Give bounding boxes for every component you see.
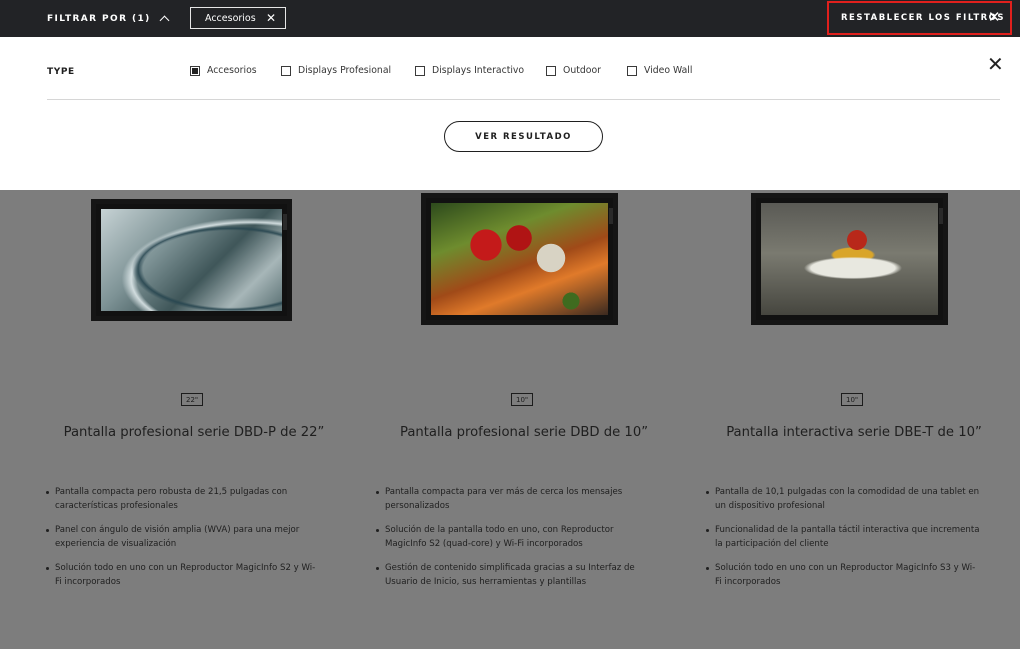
view-results-button[interactable]: VER RESULTADO: [444, 121, 603, 152]
feature-item: Pantalla de 10,1 pulgadas con la comodid…: [705, 485, 980, 513]
filter-type-heading: TYPE: [47, 67, 75, 77]
filter-toggle-button[interactable]: FILTRAR POR (1): [47, 0, 170, 37]
feature-item: Gestión de contenido simplificada gracia…: [375, 561, 650, 589]
product-card: 10" Pantalla profesional serie DBD de 10…: [359, 190, 689, 649]
checkbox[interactable]: [415, 65, 425, 76]
feature-list: Pantalla compacta para ver más de cerca …: [375, 485, 650, 599]
reset-filters-label: RESTABLECER LOS FILTROS: [841, 13, 1006, 23]
checkbox[interactable]: [627, 65, 637, 76]
feature-item: Solución de la pantalla todo en uno, con…: [375, 523, 650, 551]
reset-filters-button[interactable]: RESTABLECER LOS FILTROS ✕: [827, 1, 1012, 35]
active-filter-chip[interactable]: Accesorios ✕: [190, 7, 286, 29]
product-image[interactable]: [91, 199, 292, 321]
product-title[interactable]: Pantalla interactiva serie DBE-T de 10”: [689, 425, 1019, 440]
feature-item: Pantalla compacta para ver más de cerca …: [375, 485, 650, 513]
filter-option-displays-interactivo[interactable]: Displays Interactivo: [415, 65, 524, 76]
size-badge: 22": [181, 393, 204, 406]
filter-option-label: Displays Interactivo: [432, 65, 525, 76]
feature-list: Pantalla compacta pero robusta de 21,5 p…: [45, 485, 320, 599]
filter-option-label: Accesorios: [207, 65, 257, 76]
product-card: 22" Pantalla profesional serie DBD-P de …: [29, 190, 359, 649]
feature-item: Solución todo en uno con un Reproductor …: [45, 561, 320, 589]
product-card: 10" Pantalla interactiva serie DBE-T de …: [689, 190, 1019, 649]
checkbox-checked[interactable]: [190, 65, 200, 76]
active-filter-chip-label: Accesorios: [205, 12, 256, 24]
feature-item: Panel con ángulo de visión amplia (WVA) …: [45, 523, 320, 551]
divider: [47, 99, 1000, 100]
feature-item: Funcionalidad de la pantalla táctil inte…: [705, 523, 980, 551]
feature-list: Pantalla de 10,1 pulgadas con la comodid…: [705, 485, 980, 599]
feature-item: Pantalla compacta pero robusta de 21,5 p…: [45, 485, 320, 513]
product-grid-dimmed: 22" Pantalla profesional serie DBD-P de …: [0, 190, 1020, 649]
filter-toggle-label: FILTRAR POR (1): [47, 13, 151, 24]
checkbox[interactable]: [546, 65, 556, 76]
filter-option-label: Video Wall: [644, 65, 693, 76]
product-image[interactable]: [421, 193, 618, 325]
filter-panel: TYPE Accesorios Displays Profesional Dis…: [0, 37, 1020, 190]
product-title[interactable]: Pantalla profesional serie DBD-P de 22”: [29, 425, 359, 440]
filter-option-video-wall[interactable]: Video Wall: [627, 65, 692, 76]
filter-option-label: Outdoor: [563, 65, 601, 76]
checkbox[interactable]: [281, 65, 291, 76]
filter-option-accesorios[interactable]: Accesorios: [190, 65, 257, 76]
close-icon[interactable]: ✕: [987, 54, 1004, 74]
size-badge: 10": [841, 393, 864, 406]
close-icon: ✕: [987, 8, 1002, 26]
filter-option-displays-profesional[interactable]: Displays Profesional: [281, 65, 391, 76]
filter-option-outdoor[interactable]: Outdoor: [546, 65, 601, 76]
close-icon[interactable]: ✕: [266, 12, 276, 24]
product-title[interactable]: Pantalla profesional serie DBD de 10”: [359, 425, 689, 440]
feature-item: Solución todo en uno con un Reproductor …: [705, 561, 980, 589]
filter-bar: FILTRAR POR (1) Accesorios ✕ RESTABLECER…: [0, 0, 1020, 37]
product-image[interactable]: [751, 193, 948, 325]
chevron-up-icon: [159, 15, 170, 26]
filter-option-label: Displays Profesional: [298, 65, 392, 76]
size-badge: 10": [511, 393, 534, 406]
